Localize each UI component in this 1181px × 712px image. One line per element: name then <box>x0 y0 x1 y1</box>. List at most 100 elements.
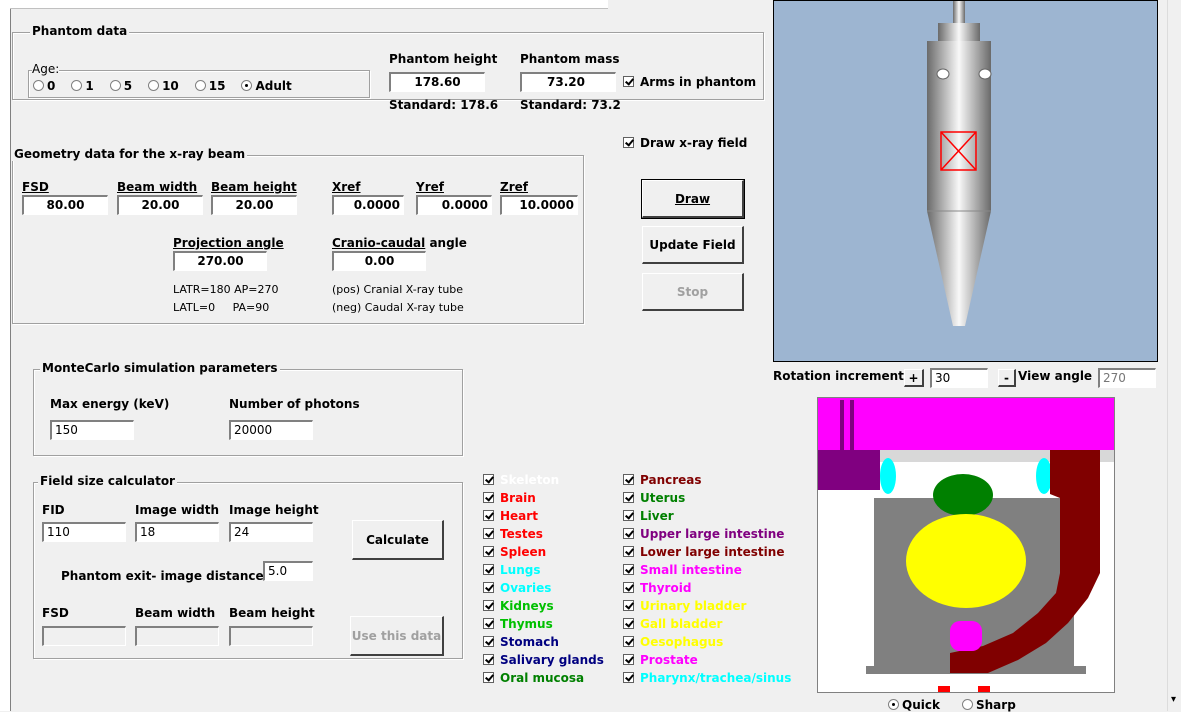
draw-xray-field-checkbox[interactable]: Draw x-ray field <box>623 136 747 150</box>
draw-button[interactable]: Draw <box>641 179 745 219</box>
age-radio-0[interactable]: 0 <box>33 79 55 93</box>
organ-checkbox[interactable]: Brain <box>483 489 536 507</box>
max-energy-field[interactable]: 150 <box>50 420 134 440</box>
angle-note-2: LATL=0 PA=90 <box>173 301 270 314</box>
organ-checkbox[interactable]: Spleen <box>483 543 546 561</box>
rotation-plus-button[interactable]: + <box>904 369 924 387</box>
number-of-photons-field[interactable]: 20000 <box>229 420 313 440</box>
age-radio-5[interactable]: 5 <box>109 79 132 93</box>
calc-beam-width-field[interactable] <box>135 626 219 646</box>
yref-label: Yref <box>416 180 444 194</box>
quick-label: Quick <box>902 698 940 712</box>
organ-checkbox[interactable]: Pharynx/trachea/sinus <box>623 669 791 687</box>
check-icon <box>483 618 494 629</box>
phantom-right-arm-icon <box>978 68 992 80</box>
cranio-caudal-field[interactable]: 0.00 <box>332 251 426 271</box>
organ-checkbox[interactable]: Salivary glands <box>483 651 604 669</box>
organ-label: Heart <box>500 509 538 523</box>
zref-field[interactable]: 10.0000 <box>500 195 578 215</box>
organ-checkbox[interactable]: Thyroid <box>623 579 691 597</box>
organ-checkbox[interactable]: Prostate <box>623 651 698 669</box>
organ-checkbox[interactable]: Skeleton <box>483 471 559 489</box>
image-height-label: Image height <box>229 503 319 517</box>
update-field-button[interactable]: Update Field <box>642 226 744 264</box>
organ-label: Oral mucosa <box>500 671 585 685</box>
check-icon <box>623 618 634 629</box>
age-radio-adult[interactable]: Adult <box>241 79 292 93</box>
sharp-label: Sharp <box>976 698 1016 712</box>
calculate-button[interactable]: Calculate <box>352 520 444 560</box>
organ-label: Liver <box>640 509 674 523</box>
organ-checkbox[interactable]: Uterus <box>623 489 685 507</box>
fsd-label: FSD <box>22 180 49 194</box>
check-icon <box>623 672 634 683</box>
organ-checkbox[interactable]: Oral mucosa <box>483 669 584 687</box>
exit-image-distance-field[interactable]: 5.0 <box>263 561 313 581</box>
arms-in-phantom-checkbox[interactable]: Arms in phantom <box>623 75 756 89</box>
organ-checkbox[interactable]: Urinary bladder <box>623 597 746 615</box>
check-icon <box>483 582 494 593</box>
organ-label: Skeleton <box>500 473 560 487</box>
organ-checkbox[interactable]: Lungs <box>483 561 540 579</box>
yref-field[interactable]: 0.0000 <box>416 195 492 215</box>
organ-checkbox[interactable]: Oesophagus <box>623 633 723 651</box>
quick-radio[interactable]: Quick <box>888 698 940 712</box>
use-this-data-button[interactable]: Use this data <box>350 616 444 656</box>
image-height-field[interactable]: 24 <box>229 522 313 542</box>
organ-label: Upper large intestine <box>640 527 785 541</box>
organ-checkbox[interactable]: Upper large intestine <box>623 525 784 543</box>
age-radio-label: 0 <box>47 79 56 93</box>
field-size-calculator-title: Field size calculator <box>38 474 177 488</box>
rotation-minus-button[interactable]: - <box>998 369 1016 387</box>
fsd-field[interactable]: 80.00 <box>22 195 108 215</box>
phantom-3d-drawing <box>927 1 992 326</box>
vertical-scrollbar[interactable] <box>1167 0 1181 711</box>
organ-checkbox[interactable]: Stomach <box>483 633 559 651</box>
phantom-height-standard: Standard: 178.6 <box>389 98 499 112</box>
age-radio-10[interactable]: 10 <box>148 79 179 93</box>
xref-field[interactable]: 0.0000 <box>332 195 404 215</box>
check-icon <box>483 600 494 611</box>
age-radio-label: Adult <box>255 79 292 93</box>
organ-checkbox[interactable]: Testes <box>483 525 543 543</box>
check-icon <box>623 510 634 521</box>
cranio-caudal-label-main: Cranio-caudal <box>332 236 426 250</box>
phantom-section-view[interactable] <box>817 397 1115 693</box>
organ-checkbox[interactable]: Ovaries <box>483 579 551 597</box>
beam-width-field[interactable]: 20.00 <box>117 195 203 215</box>
sharp-radio[interactable]: Sharp <box>962 698 1016 712</box>
calc-fsd-field[interactable] <box>42 626 126 646</box>
arms-in-phantom-label: Arms in phantom <box>640 75 757 89</box>
organ-checkbox[interactable]: Small intestine <box>623 561 742 579</box>
view-angle-field[interactable]: 270 <box>1098 368 1156 388</box>
projection-angle-field[interactable]: 270.00 <box>173 251 267 271</box>
organ-checkbox[interactable]: Liver <box>623 507 674 525</box>
image-width-field[interactable]: 18 <box>135 522 219 542</box>
fid-field[interactable]: 110 <box>42 522 126 542</box>
phantom-height-field[interactable]: 178.60 <box>389 72 485 92</box>
stop-button[interactable]: Stop <box>642 273 744 311</box>
phantom-head-neck <box>953 1 965 25</box>
rotation-increment-label: Rotation increment <box>773 369 904 383</box>
phantom-mass-field[interactable]: 73.20 <box>520 72 616 92</box>
organ-checkbox[interactable]: Lower large intestine <box>623 543 784 561</box>
organ-checkbox[interactable]: Heart <box>483 507 538 525</box>
organ-checkbox[interactable]: Pancreas <box>623 471 702 489</box>
scroll-down-icon[interactable]: ▾ <box>1171 694 1176 705</box>
phantom-3d-view[interactable] <box>773 0 1158 362</box>
rotation-increment-field[interactable]: 30 <box>930 368 988 388</box>
radio-icon <box>888 699 899 710</box>
age-radio-15[interactable]: 15 <box>194 79 225 93</box>
organ-checkbox[interactable]: Kidneys <box>483 597 554 615</box>
beam-height-field[interactable]: 20.00 <box>211 195 297 215</box>
calc-beam-height-field[interactable] <box>229 626 313 646</box>
organ-checkbox[interactable]: Gall bladder <box>623 615 722 633</box>
age-radio-1[interactable]: 1 <box>71 79 94 93</box>
phantom-height-label: Phantom height <box>389 52 498 66</box>
prostate-region <box>950 621 982 651</box>
check-icon <box>623 600 634 611</box>
organ-label: Urinary bladder <box>640 599 747 613</box>
fid-label: FID <box>42 503 65 517</box>
check-icon <box>483 474 494 485</box>
organ-checkbox[interactable]: Thymus <box>483 615 553 633</box>
